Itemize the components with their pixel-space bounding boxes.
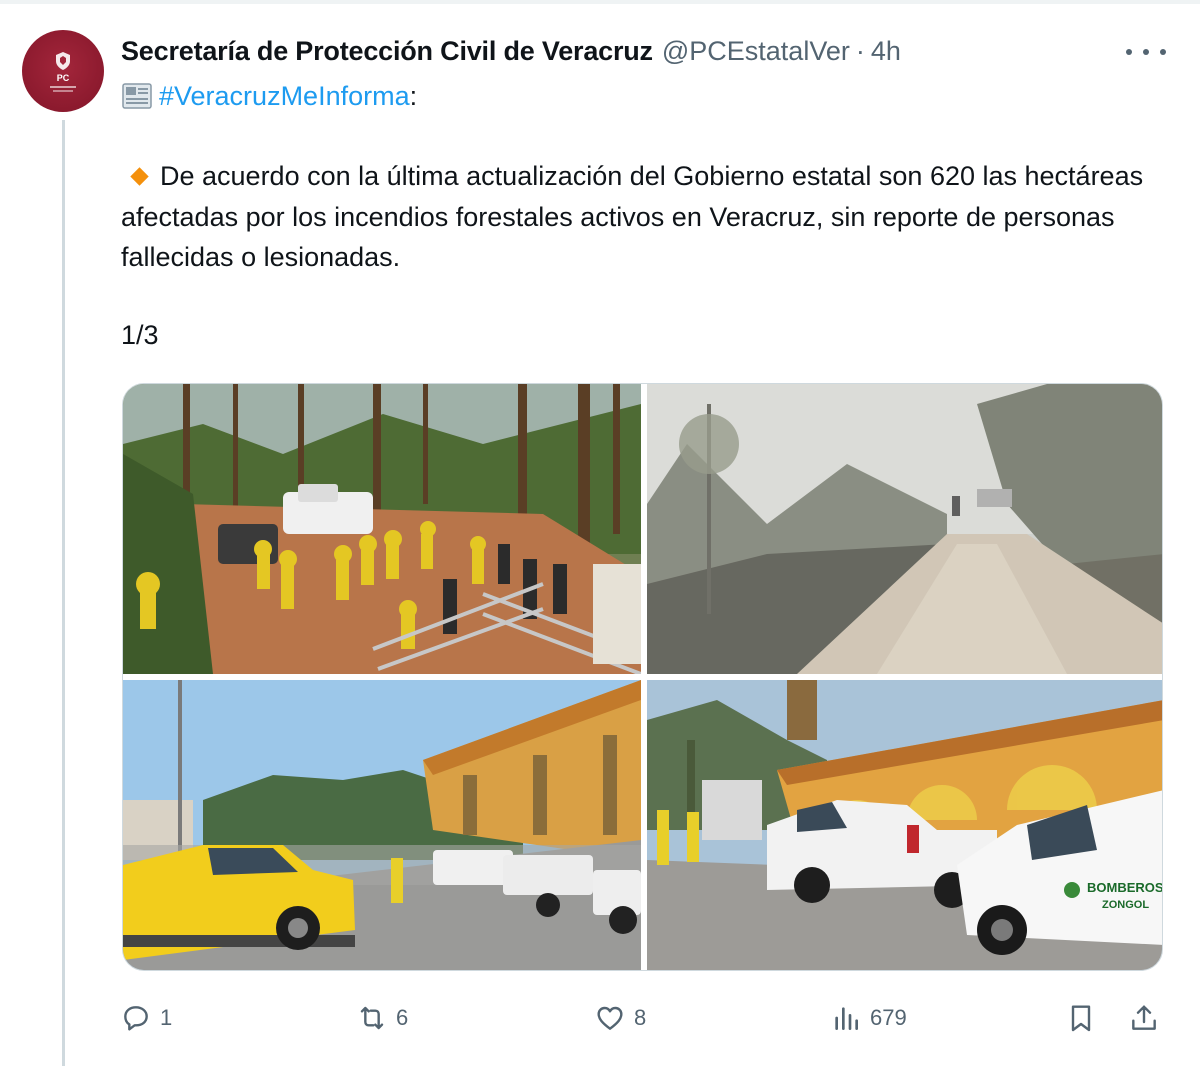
views-count: 679 xyxy=(870,1005,907,1030)
avatar[interactable]: PC xyxy=(22,30,104,112)
hashtag-line: #VeracruzMeInforma : xyxy=(121,77,417,115)
bookmark-icon xyxy=(1071,1005,1091,1032)
thread-line xyxy=(62,120,65,1066)
photo-smoky-dirt-road[interactable] xyxy=(647,384,1162,674)
display-name[interactable]: Secretaría de Protección Civil de Veracr… xyxy=(121,36,653,67)
hashtag-link[interactable]: #VeracruzMeInforma xyxy=(159,81,410,112)
bookmark-button[interactable] xyxy=(1065,998,1105,1038)
reply-button[interactable]: 1 xyxy=(120,998,172,1038)
top-divider xyxy=(0,0,1200,4)
svg-text:BOMBEROS FO: BOMBEROS FO xyxy=(1087,880,1163,895)
svg-text:ZONGOL: ZONGOL xyxy=(1102,899,1149,911)
photo-white-trucks-arcade[interactable]: BOMBEROS FO ZONGOL xyxy=(647,680,1163,970)
orange-diamond-icon xyxy=(130,167,149,186)
more-options-icon[interactable] xyxy=(1126,44,1166,60)
repost-count: 6 xyxy=(396,1005,409,1030)
repost-icon xyxy=(360,1006,384,1030)
like-button[interactable]: 8 xyxy=(594,998,646,1038)
like-count: 8 xyxy=(634,1005,647,1030)
hashtag-suffix: : xyxy=(409,80,418,111)
media-grid: BOMBEROS FO ZONGOL xyxy=(122,383,1163,971)
tweet-text: De acuerdo con la última actualización d… xyxy=(121,161,1144,272)
views-button[interactable]: 679 xyxy=(830,998,907,1038)
timestamp[interactable]: 4h xyxy=(871,36,901,67)
reply-icon xyxy=(124,1006,148,1031)
shield-icon xyxy=(56,51,70,70)
avatar-decoration xyxy=(53,89,73,92)
separator-dot: · xyxy=(855,35,865,66)
photo-firefighters-forest-road[interactable] xyxy=(123,384,641,674)
reply-count: 1 xyxy=(160,1005,173,1030)
tweet-actions: 1 6 8 679 xyxy=(120,998,1170,1038)
repost-button[interactable]: 6 xyxy=(356,998,408,1038)
share-button[interactable] xyxy=(1128,998,1168,1038)
tweet-header: Secretaría de Protección Civil de Veracr… xyxy=(121,33,901,69)
user-handle[interactable]: @PCEstatalVer xyxy=(662,36,850,67)
avatar-label: PC xyxy=(56,72,70,83)
thread-counter: 1/3 xyxy=(121,320,159,350)
share-icon xyxy=(1132,1005,1156,1030)
photo-yellow-pickup-street[interactable] xyxy=(123,680,641,970)
avatar-decoration xyxy=(50,85,76,88)
newspaper-icon xyxy=(122,83,152,109)
tweet-body: De acuerdo con la última actualización d… xyxy=(121,156,1181,278)
analytics-icon xyxy=(835,1007,858,1030)
heart-icon xyxy=(597,1006,623,1030)
